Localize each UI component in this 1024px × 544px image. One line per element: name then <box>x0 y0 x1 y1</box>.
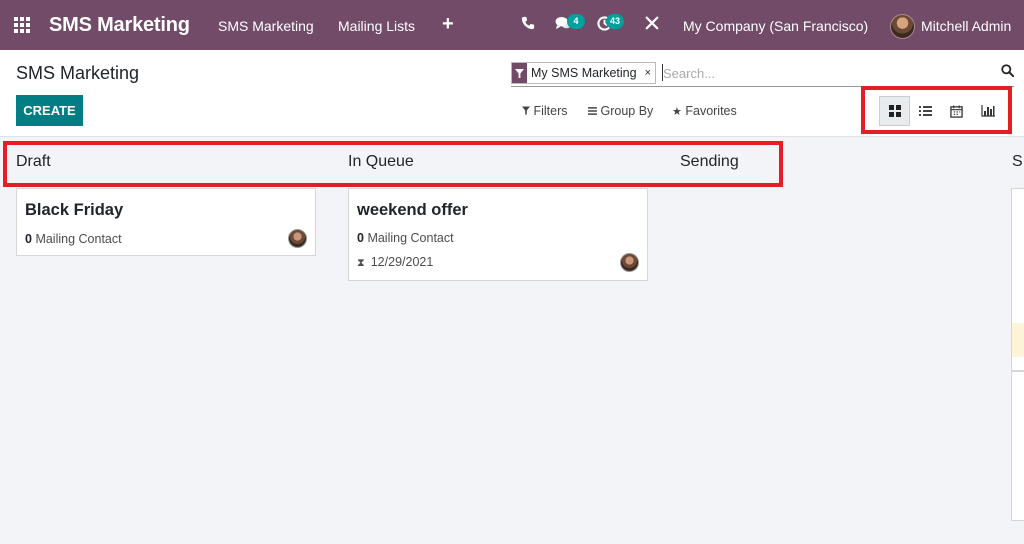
menu-sms-marketing[interactable]: SMS Marketing <box>218 18 314 34</box>
group-by-dropdown[interactable]: Group By <box>588 104 653 118</box>
add-menu-icon[interactable]: + <box>442 13 454 36</box>
column-title-partial[interactable]: S <box>1012 153 1023 171</box>
hourglass-icon: ⧗ <box>357 257 365 269</box>
filter-icon <box>522 106 530 115</box>
user-menu[interactable]: Mitchell Admin <box>921 18 1011 34</box>
facet-label: My SMS Marketing <box>531 66 637 80</box>
search-facet: My SMS Marketing × <box>511 62 657 84</box>
kanban-card-black-friday[interactable]: Black Friday 0 Mailing Contact <box>16 188 316 256</box>
card-highlight-strip <box>1012 323 1024 357</box>
favorites-dropdown[interactable]: ★ Favorites <box>672 104 737 118</box>
company-switcher[interactable]: My Company (San Francisco) <box>683 18 868 34</box>
schedule-date: 12/29/2021 <box>370 255 434 269</box>
contact-count: 0 <box>25 232 32 246</box>
activities-badge: 43 <box>606 14 625 29</box>
responsible-avatar[interactable] <box>620 253 639 272</box>
search-input[interactable] <box>663 63 983 83</box>
column-title-sending[interactable]: Sending <box>680 153 739 171</box>
app-brand[interactable]: SMS Marketing <box>49 14 190 37</box>
column-title-in-queue[interactable]: In Queue <box>348 153 414 171</box>
contact-label: Mailing Contact <box>367 231 454 245</box>
column-title-draft[interactable]: Draft <box>16 153 51 171</box>
kanban-card-weekend-offer[interactable]: weekend offer 0 Mailing Contact ⧗ 12/29/2… <box>348 188 648 281</box>
phone-icon[interactable] <box>521 16 535 34</box>
card-contacts: 0 Mailing Contact <box>357 231 454 245</box>
view-switcher-highlight <box>861 86 1012 134</box>
facet-remove-icon[interactable]: × <box>641 63 655 83</box>
favorites-label: Favorites <box>685 104 737 118</box>
kanban-card-partial[interactable] <box>1011 371 1024 521</box>
card-title: weekend offer <box>357 201 468 219</box>
filters-dropdown[interactable]: Filters <box>522 104 568 118</box>
group-by-label: Group By <box>600 104 654 118</box>
card-title: Black Friday <box>25 201 124 219</box>
kanban-card-partial[interactable] <box>1011 188 1024 371</box>
group-by-icon <box>588 107 597 115</box>
contact-count: 0 <box>357 231 364 245</box>
apps-menu-icon[interactable] <box>14 17 32 33</box>
star-icon: ★ <box>672 106 682 118</box>
search-icon[interactable] <box>1001 64 1015 80</box>
create-button[interactable]: CREATE <box>16 95 83 126</box>
filters-label: Filters <box>533 104 568 118</box>
search-bar: My SMS Marketing × <box>511 61 1015 87</box>
contact-label: Mailing Contact <box>35 232 122 246</box>
card-schedule: ⧗ 12/29/2021 <box>357 255 433 270</box>
user-avatar[interactable] <box>890 14 915 39</box>
card-contacts: 0 Mailing Contact <box>25 232 122 246</box>
filter-facet-icon <box>512 63 527 83</box>
top-navbar: SMS Marketing SMS Marketing Mailing List… <box>0 0 1024 50</box>
page-title: SMS Marketing <box>16 63 140 83</box>
debug-tools-icon[interactable] <box>645 16 659 34</box>
messages-badge: 4 <box>567 14 585 29</box>
responsible-avatar[interactable] <box>288 229 307 248</box>
menu-mailing-lists[interactable]: Mailing Lists <box>338 18 415 34</box>
